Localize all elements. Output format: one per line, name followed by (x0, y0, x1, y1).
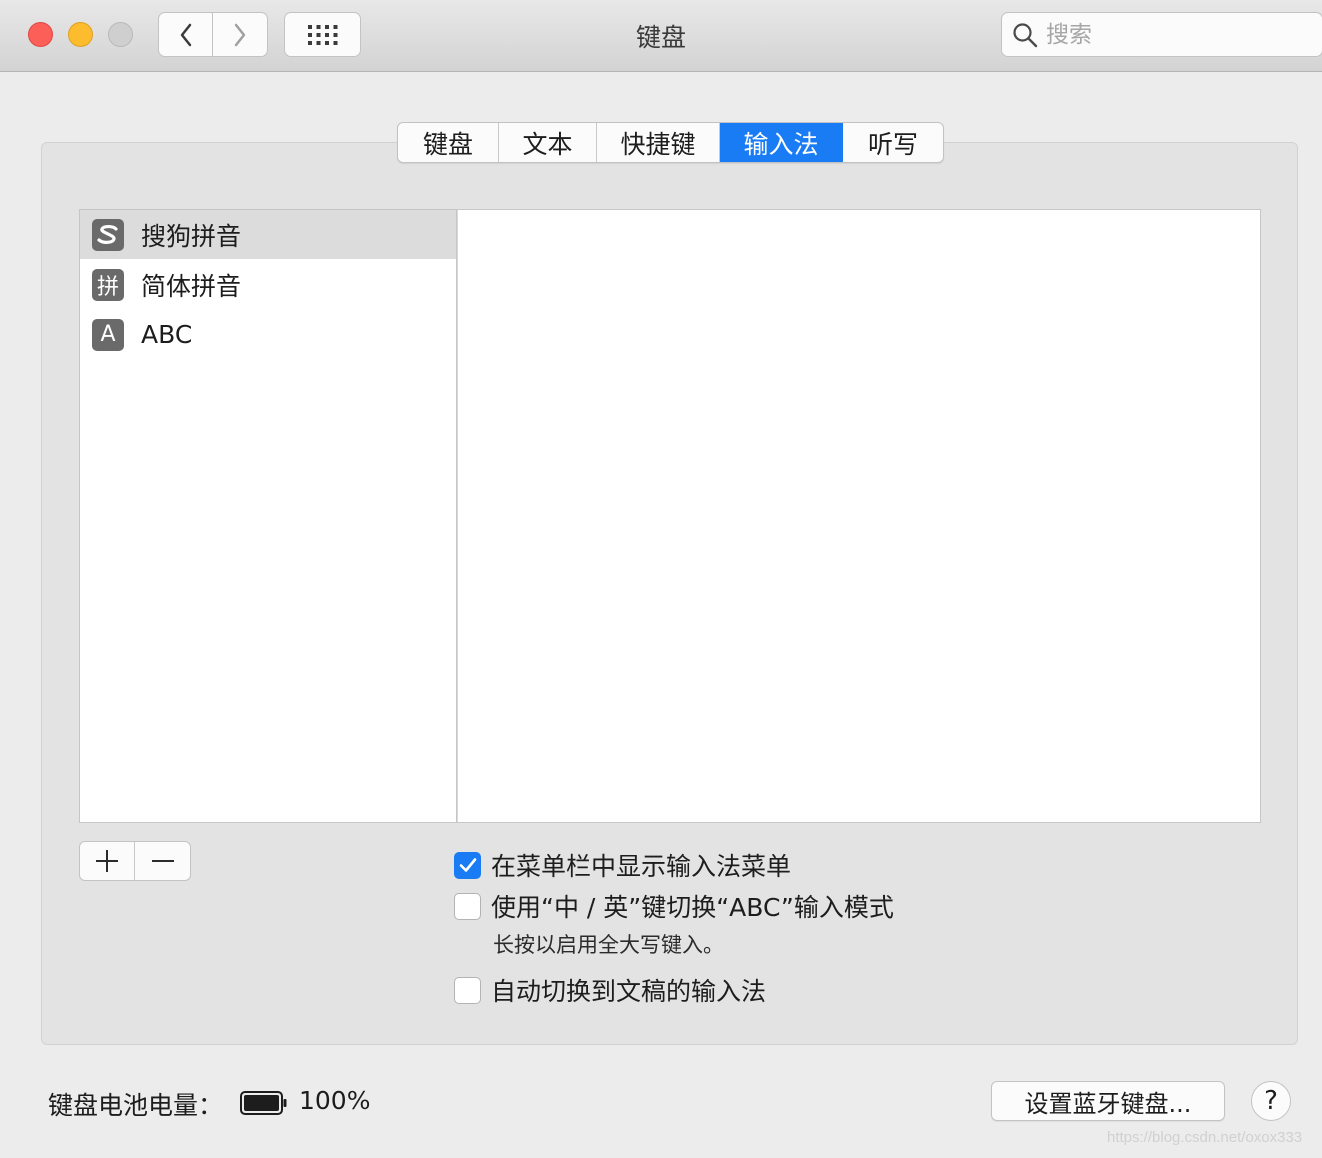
list-item-abc[interactable]: A ABC (80, 310, 456, 359)
title-bar: 键盘 (0, 0, 1322, 72)
caps-lock-switch-checkbox[interactable] (454, 892, 481, 920)
tab-shortcuts[interactable]: 快捷键 (597, 123, 720, 162)
sogou-s-icon (92, 218, 124, 251)
checkmark-icon (459, 858, 476, 872)
list-item-label: 简体拼音 (141, 271, 242, 301)
minus-icon (151, 860, 174, 862)
search-icon (1013, 22, 1038, 47)
search-field[interactable] (1001, 12, 1322, 57)
help-button[interactable]: ? (1251, 1081, 1291, 1121)
option-show-input-menu[interactable]: 在菜单栏中显示输入法菜单 (454, 847, 791, 883)
auto-switch-checkbox[interactable] (454, 976, 481, 1004)
option-caps-lock-switch[interactable]: 使用“中 / 英”键切换“ABC”输入模式 (454, 888, 894, 924)
keyboard-preferences-window: 键盘 键盘 文本 快捷键 输入法 听写 搜狗拼音 拼 简体拼 (0, 0, 1322, 1158)
show-input-menu-label: 在菜单栏中显示输入法菜单 (491, 852, 792, 881)
show-input-menu-checkbox[interactable] (454, 851, 481, 879)
tab-input-sources[interactable]: 输入法 (720, 123, 843, 162)
tab-bar: 键盘 文本 快捷键 输入法 听写 (397, 122, 944, 163)
abc-icon: A (92, 318, 124, 351)
battery-icon (240, 1091, 287, 1115)
pinyin-icon: 拼 (92, 268, 124, 301)
plus-icon (96, 850, 118, 872)
list-item-sogou-pinyin[interactable]: 搜狗拼音 (80, 210, 456, 259)
setup-bluetooth-keyboard-button[interactable]: 设置蓝牙键盘... (991, 1081, 1225, 1121)
input-source-list[interactable]: 搜狗拼音 拼 简体拼音 A ABC (79, 209, 457, 823)
caps-lock-hint: 长按以启用全大写键入。 (493, 933, 724, 957)
add-input-source-button[interactable] (80, 842, 136, 880)
search-input[interactable] (1046, 21, 1296, 48)
option-auto-switch[interactable]: 自动切换到文稿的输入法 (454, 972, 766, 1008)
input-source-detail-area (457, 209, 1261, 823)
watermark: https://blog.csdn.net/oxox333 (1107, 1129, 1303, 1146)
add-remove-controls (79, 841, 191, 881)
tab-text[interactable]: 文本 (499, 123, 597, 162)
auto-switch-label: 自动切换到文稿的输入法 (491, 977, 767, 1006)
tab-keyboard[interactable]: 键盘 (398, 123, 499, 162)
list-item-simplified-pinyin[interactable]: 拼 简体拼音 (80, 260, 456, 309)
tab-dictation[interactable]: 听写 (843, 123, 943, 162)
caps-lock-switch-label: 使用“中 / 英”键切换“ABC”输入模式 (491, 893, 894, 922)
list-item-label: ABC (141, 320, 193, 349)
remove-input-source-button[interactable] (135, 842, 190, 880)
battery-label: 键盘电池电量： (48, 1091, 224, 1120)
list-item-label: 搜狗拼音 (141, 221, 242, 251)
battery-level: 100% (299, 1086, 371, 1115)
